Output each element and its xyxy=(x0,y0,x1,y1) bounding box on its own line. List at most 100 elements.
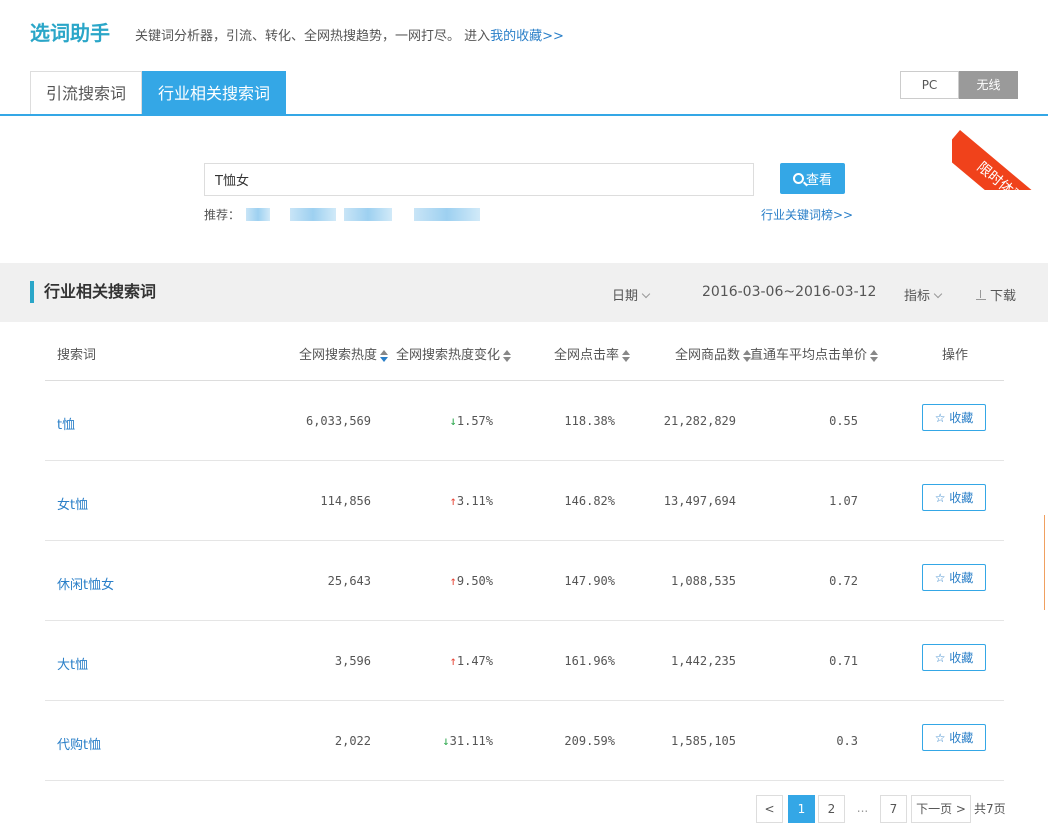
col-cpc-label: 直通车平均点击单价 xyxy=(750,348,868,363)
change-value: 31.11% xyxy=(449,734,493,748)
recommend-label: 推荐： xyxy=(204,208,241,222)
cell-keyword[interactable]: 休闲t恤女 xyxy=(57,574,114,593)
cell-change: ↑1.47% xyxy=(425,654,493,668)
cell-cpc: 1.07 xyxy=(829,494,858,508)
arrow-up-icon: ↑ xyxy=(449,654,457,668)
favorite-label: 收藏 xyxy=(949,651,974,665)
tab-underline xyxy=(0,114,1048,116)
col-cpc[interactable]: 直通车平均点击单价 xyxy=(750,344,879,363)
search-button-label: 查看 xyxy=(805,173,832,188)
app-description: 关键词分析器，引流、转化、全网热搜趋势，一网打尽。 进入我的收藏>> xyxy=(135,25,564,44)
cell-change: ↑3.11% xyxy=(425,494,493,508)
app-title: 选词助手 xyxy=(30,21,110,45)
page-button[interactable]: 7 xyxy=(880,795,907,823)
recommend-blurred-word[interactable] xyxy=(290,208,337,221)
table-header: 搜索词 全网搜索热度 全网搜索热度变化 全网点击率 全网商品数 直通车平均点击单… xyxy=(45,322,1004,381)
keyword-table: 搜索词 全网搜索热度 全网搜索热度变化 全网点击率 全网商品数 直通车平均点击单… xyxy=(45,322,1004,781)
cell-cpc: 0.71 xyxy=(829,654,858,668)
cell-heat: 25,643 xyxy=(327,574,371,588)
sort-icon xyxy=(503,349,512,362)
prev-page-button[interactable]: < xyxy=(756,795,783,823)
metric-dropdown[interactable]: 指标 xyxy=(904,285,943,304)
favorite-button[interactable]: ☆ 收藏 xyxy=(922,404,986,431)
cell-ctr: 146.82% xyxy=(564,494,615,508)
arrow-up-icon: ↑ xyxy=(449,574,457,588)
limited-trial-ribbon[interactable]: 限时体验 xyxy=(952,116,1048,190)
cell-keyword[interactable]: 代购t恤 xyxy=(57,734,101,753)
cell-items: 1,442,235 xyxy=(670,654,736,668)
favorite-button[interactable]: ☆ 收藏 xyxy=(922,724,986,751)
cell-ctr: 147.90% xyxy=(564,574,615,588)
pagination: < 1 2 ... 7 下一页 > 共7页 xyxy=(0,795,1048,823)
col-ctr-label: 全网点击率 xyxy=(554,348,620,363)
change-value: 1.57% xyxy=(456,414,493,428)
favorite-label: 收藏 xyxy=(949,411,974,425)
download-icon xyxy=(976,290,986,300)
tab-industry-keywords[interactable]: 行业相关搜索词 xyxy=(142,71,287,114)
change-value: 1.47% xyxy=(456,654,493,668)
cell-ctr: 118.38% xyxy=(564,414,615,428)
star-icon: ☆ xyxy=(934,491,950,505)
favorite-label: 收藏 xyxy=(949,571,974,585)
favorite-button[interactable]: ☆ 收藏 xyxy=(922,564,986,591)
cell-items: 1,585,105 xyxy=(670,734,736,748)
col-items[interactable]: 全网商品数 xyxy=(675,344,752,363)
table-row: t恤 6,033,569 ↓1.57% 118.38% 21,282,829 0.55 ☆ … xyxy=(45,381,1004,461)
tab-bar: 引流搜索词 行业相关搜索词 xyxy=(30,71,287,114)
page-button[interactable]: 2 xyxy=(818,795,845,823)
col-heat-change[interactable]: 全网搜索热度变化 xyxy=(396,344,512,363)
favorite-button[interactable]: ☆ 收藏 xyxy=(922,644,986,671)
page-ellipsis: ... xyxy=(849,795,876,823)
arrow-up-icon: ↑ xyxy=(449,494,457,508)
date-dropdown[interactable]: 日期 xyxy=(612,285,651,304)
table-row: 代购t恤 2,022 ↓31.11% 209.59% 1,585,105 0.3 ☆ 收藏 xyxy=(45,701,1004,781)
wireless-toggle-button[interactable]: 无线 xyxy=(959,71,1018,99)
search-input[interactable] xyxy=(204,163,754,196)
favorite-button[interactable]: ☆ 收藏 xyxy=(922,484,986,511)
table-row: 休闲t恤女 25,643 ↑9.50% 147.90% 1,088,535 0.72 ☆ 收… xyxy=(45,541,1004,621)
favorite-label: 收藏 xyxy=(949,491,974,505)
ribbon-label: 限时体验 xyxy=(952,130,1048,190)
page-button[interactable]: 1 xyxy=(788,795,815,823)
section-header-bar: 行业相关搜索词 日期 2016-03-06~2016-03-12 指标 下载 xyxy=(0,263,1048,322)
recommend-row: 推荐： xyxy=(204,206,481,223)
cell-ctr: 209.59% xyxy=(564,734,615,748)
tab-traffic-keywords[interactable]: 引流搜索词 xyxy=(30,71,143,114)
download-label: 下载 xyxy=(990,289,1017,304)
star-icon: ☆ xyxy=(934,651,950,665)
download-button[interactable]: 下载 xyxy=(976,285,1016,304)
cell-keyword[interactable]: 女t恤 xyxy=(57,494,88,513)
col-search-heat-label: 全网搜索热度 xyxy=(299,348,378,363)
col-items-label: 全网商品数 xyxy=(675,348,741,363)
recommend-blurred-word[interactable] xyxy=(246,208,271,221)
change-value: 3.11% xyxy=(456,494,493,508)
cell-items: 1,088,535 xyxy=(670,574,736,588)
col-search-heat[interactable]: 全网搜索热度 xyxy=(299,344,389,363)
next-page-button[interactable]: 下一页 > xyxy=(911,795,971,823)
recommend-blurred-word[interactable] xyxy=(344,208,393,221)
search-button[interactable]: 查看 xyxy=(780,163,845,194)
recommend-blurred-word[interactable] xyxy=(414,208,481,221)
industry-ranking-link[interactable]: 行业关键词榜>> xyxy=(761,206,853,223)
col-ctr[interactable]: 全网点击率 xyxy=(554,344,631,363)
cell-items: 13,497,694 xyxy=(663,494,736,508)
cell-change: ↓31.11% xyxy=(425,734,493,748)
pc-toggle-button[interactable]: PC xyxy=(900,71,959,99)
table-row: 大t恤 3,596 ↑1.47% 161.96% 1,442,235 0.71 ☆ 收藏 xyxy=(45,621,1004,701)
arrow-down-icon: ↓ xyxy=(442,734,450,748)
star-icon: ☆ xyxy=(934,731,950,745)
star-icon: ☆ xyxy=(934,411,950,425)
cell-cpc: 0.72 xyxy=(829,574,858,588)
cell-ctr: 161.96% xyxy=(564,654,615,668)
edge-decoration xyxy=(1044,515,1048,610)
favorites-link[interactable]: 我的收藏>> xyxy=(490,29,564,44)
search-icon xyxy=(792,173,804,184)
sort-icon xyxy=(870,349,879,362)
cell-keyword[interactable]: t恤 xyxy=(57,414,75,433)
cell-change: ↑9.50% xyxy=(425,574,493,588)
cell-keyword[interactable]: 大t恤 xyxy=(57,654,88,673)
cell-heat: 2,022 xyxy=(334,734,371,748)
change-value: 9.50% xyxy=(456,574,493,588)
chevron-down-icon xyxy=(933,289,943,299)
header: 选词助手 关键词分析器，引流、转化、全网热搜趋势，一网打尽。 进入我的收藏>> xyxy=(0,0,1048,70)
